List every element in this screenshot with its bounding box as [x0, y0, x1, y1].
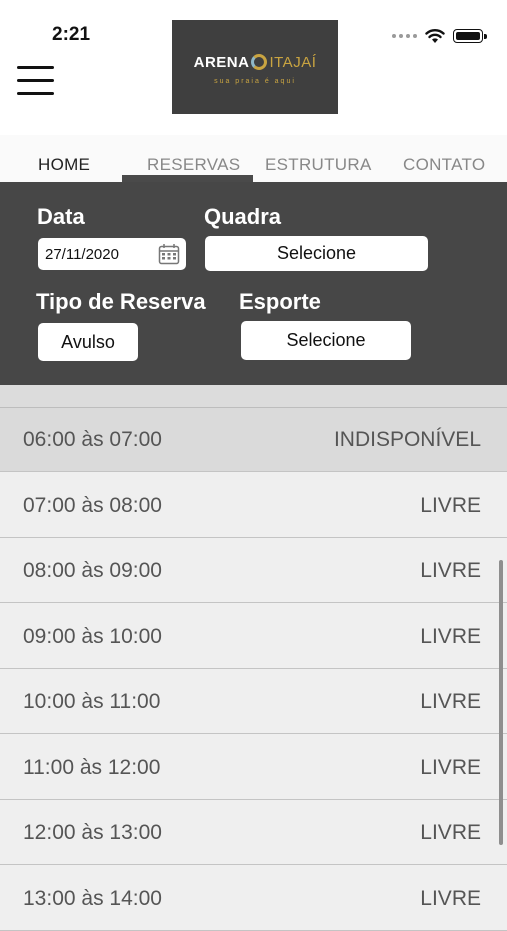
sport-select[interactable]: Selecione: [241, 321, 411, 360]
slot-time: 10:00 às 11:00: [23, 690, 161, 713]
time-slot-row[interactable]: 07:00 às 08:00 LIVRE: [0, 474, 507, 538]
logo-word-arena: ARENA: [193, 54, 250, 71]
cellular-signal-icon: [392, 34, 417, 38]
filter-panel: Data Quadra 27/11/2020 Selecione Tipo de…: [0, 182, 507, 385]
time-slot-row[interactable]: 08:00 às 09:00 LIVRE: [0, 539, 507, 603]
slot-status: LIVRE: [420, 690, 481, 713]
status-time: 2:21: [52, 24, 91, 45]
scrollbar[interactable]: [499, 560, 503, 845]
logo-ring-icon: [251, 54, 268, 70]
slot-status: LIVRE: [420, 559, 481, 582]
sport-label: Esporte: [239, 289, 321, 314]
tab-estrutura[interactable]: ESTRUTURA: [265, 155, 372, 175]
date-value: 27/11/2020: [45, 246, 119, 263]
booking-type-label: Tipo de Reserva: [36, 289, 206, 314]
active-tab-indicator: [122, 175, 253, 182]
menu-icon-bar: [17, 79, 54, 82]
battery-icon: [453, 29, 487, 43]
logo-word-itajai: ITAJAÍ: [269, 54, 317, 71]
court-label: Quadra: [204, 204, 282, 229]
time-slot-row[interactable]: 12:00 às 13:00 LIVRE: [0, 801, 507, 865]
logo: ARENA ITAJAÍ sua praia é aqui: [172, 20, 338, 114]
logo-tagline: sua praia é aqui: [214, 78, 296, 85]
date-field[interactable]: 27/11/2020: [38, 238, 186, 270]
menu-icon-bar: [17, 66, 54, 69]
status-icons: [392, 24, 487, 48]
tab-home[interactable]: HOME: [38, 155, 90, 175]
time-slot-row[interactable]: 13:00 às 14:00 LIVRE: [0, 867, 507, 931]
menu-button[interactable]: [17, 66, 54, 96]
slot-time: 11:00 às 12:00: [23, 756, 161, 779]
slot-time: 12:00 às 13:00: [23, 821, 162, 844]
booking-type-select[interactable]: Avulso: [38, 323, 138, 361]
top-nav: HOME RESERVAS ESTRUTURA CONTATO: [0, 135, 507, 183]
slot-status: LIVRE: [420, 625, 481, 648]
time-slot-row[interactable]: 09:00 às 10:00 LIVRE: [0, 605, 507, 669]
slot-time: 09:00 às 10:00: [23, 625, 162, 648]
time-slot-row[interactable]: 10:00 às 11:00 LIVRE: [0, 670, 507, 734]
slot-time: 13:00 às 14:00: [23, 887, 162, 910]
time-slot-row[interactable]: 06:00 às 07:00 INDISPONÍVEL: [0, 408, 507, 472]
tab-contato[interactable]: CONTATO: [403, 155, 485, 175]
slot-status: LIVRE: [420, 756, 481, 779]
slot-status: INDISPONÍVEL: [333, 428, 481, 451]
court-select[interactable]: Selecione: [205, 236, 428, 271]
slot-time: 06:00 às 07:00: [23, 428, 162, 451]
slot-status: LIVRE: [420, 494, 481, 517]
slot-time: 08:00 às 09:00: [23, 559, 162, 582]
list-header: [0, 385, 507, 408]
time-slot-row[interactable]: 11:00 às 12:00 LIVRE: [0, 736, 507, 800]
tab-reservas[interactable]: RESERVAS: [147, 155, 240, 175]
time-slot-list[interactable]: 06:00 às 07:00 INDISPONÍVEL 07:00 às 08:…: [0, 385, 507, 931]
slot-status: LIVRE: [420, 821, 481, 844]
slot-status: LIVRE: [420, 887, 481, 910]
wifi-icon: [425, 29, 445, 43]
date-label: Data: [37, 204, 85, 229]
slot-time: 07:00 às 08:00: [23, 494, 162, 517]
calendar-icon[interactable]: [158, 243, 180, 265]
menu-icon-bar: [17, 92, 54, 95]
